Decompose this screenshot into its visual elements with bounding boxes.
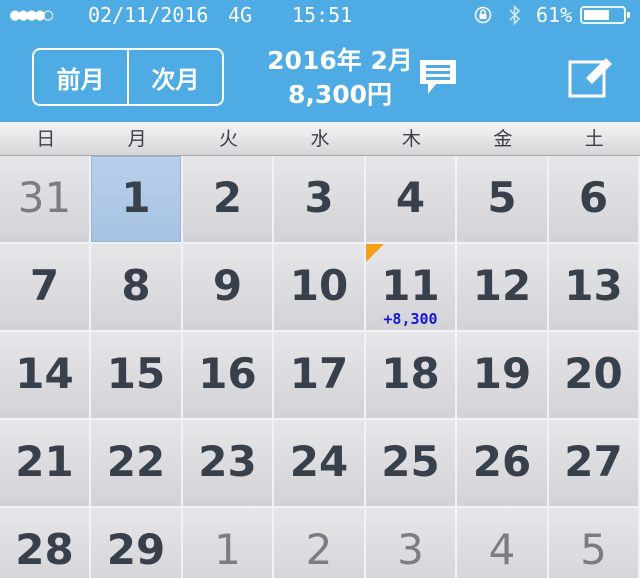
- day-cell[interactable]: 5: [457, 156, 549, 244]
- day-cell[interactable]: 2: [274, 508, 366, 578]
- day-cell[interactable]: 2: [183, 156, 274, 244]
- day-cell[interactable]: 20: [549, 332, 640, 420]
- weekday-header: 日月火水木金土: [0, 122, 640, 156]
- day-cell[interactable]: 31: [0, 156, 91, 244]
- weekday-label: 日: [36, 128, 56, 150]
- day-number: 24: [289, 437, 349, 486]
- day-number: 6: [578, 173, 609, 222]
- status-bar: ●●●●○ 02/11/2016 4G 15:51 61%: [0, 0, 640, 30]
- signal-dots-icon: ●●●●○: [10, 5, 53, 25]
- day-cell[interactable]: 28: [0, 508, 91, 578]
- day-cell[interactable]: 12: [457, 244, 549, 332]
- day-cell[interactable]: 1: [91, 156, 183, 244]
- edit-icon[interactable]: [566, 56, 614, 100]
- day-cell[interactable]: 24: [274, 420, 366, 508]
- day-cell[interactable]: 16: [183, 332, 274, 420]
- day-cell[interactable]: 7: [0, 244, 91, 332]
- day-cell[interactable]: 13: [549, 244, 640, 332]
- status-date: 02/11/2016: [88, 3, 209, 27]
- day-number: 19: [472, 349, 532, 398]
- day-number: 16: [198, 349, 257, 398]
- day-cell[interactable]: 18: [366, 332, 457, 420]
- day-cell[interactable]: 4: [366, 156, 457, 244]
- day-cell[interactable]: 26: [457, 420, 549, 508]
- day-cell[interactable]: 4: [457, 508, 549, 578]
- day-number: 1: [214, 525, 241, 574]
- day-cell[interactable]: 17: [274, 332, 366, 420]
- day-number: 11: [381, 261, 440, 310]
- day-cell[interactable]: 10: [274, 244, 366, 332]
- app-header: ●●●●○ 02/11/2016 4G 15:51 61% 前月 次月 2016…: [0, 0, 640, 122]
- day-number: 14: [15, 349, 74, 398]
- day-number: 3: [304, 173, 334, 222]
- day-cell[interactable]: 5: [549, 508, 640, 578]
- day-number: 1: [121, 173, 151, 222]
- memo-icon[interactable]: [416, 56, 460, 98]
- day-cell[interactable]: 3: [274, 156, 366, 244]
- month-navigation: 前月 次月: [32, 48, 224, 106]
- day-cell[interactable]: 8: [91, 244, 183, 332]
- day-cell[interactable]: 11 +8,300: [366, 244, 457, 332]
- day-number: 2: [305, 525, 333, 574]
- day-number: 22: [106, 437, 166, 486]
- bluetooth-icon: [509, 4, 521, 26]
- day-number: 12: [472, 261, 532, 310]
- day-cell[interactable]: 25: [366, 420, 457, 508]
- day-number: 5: [580, 525, 607, 574]
- calendar-app: ●●●●○ 02/11/2016 4G 15:51 61% 前月 次月 2016…: [0, 0, 640, 578]
- day-number: 29: [106, 525, 166, 574]
- battery-percentage: 61%: [536, 3, 573, 27]
- day-cell[interactable]: 29: [91, 508, 183, 578]
- day-cell[interactable]: 27: [549, 420, 640, 508]
- calendar-grid: 31 1 2 3 4 5 6 7 8 9 10 11 +8,300 12 13 14 15 16 17 18 19 20 2…: [0, 156, 640, 578]
- day-number: 2: [212, 173, 243, 222]
- day-number: 8: [121, 261, 151, 310]
- weekday-label: 水: [310, 128, 330, 150]
- month-title: 2016年 2月: [267, 46, 413, 75]
- day-amount: +8,300: [383, 310, 438, 328]
- day-number: 21: [15, 437, 74, 486]
- day-number: 31: [17, 173, 72, 222]
- day-number: 7: [29, 261, 60, 310]
- day-number: 4: [488, 525, 516, 574]
- day-cell[interactable]: 14: [0, 332, 91, 420]
- weekday-label: 木: [401, 128, 421, 150]
- day-number: 9: [212, 261, 243, 310]
- day-number: 17: [289, 349, 349, 398]
- next-month-button[interactable]: 次月: [127, 50, 222, 104]
- day-cell[interactable]: 9: [183, 244, 274, 332]
- day-number: 5: [487, 173, 517, 222]
- day-number: 13: [564, 261, 623, 310]
- day-number: 28: [15, 525, 74, 574]
- day-number: 25: [381, 437, 440, 486]
- prev-month-button[interactable]: 前月: [34, 50, 127, 104]
- weekday-label: 火: [219, 128, 239, 150]
- day-number: 10: [289, 261, 349, 310]
- day-cell[interactable]: 6: [549, 156, 640, 244]
- rotation-lock-icon: [474, 6, 492, 24]
- day-number: 3: [397, 525, 424, 574]
- day-number: 23: [198, 437, 257, 486]
- day-number: 26: [472, 437, 532, 486]
- day-cell[interactable]: 3: [366, 508, 457, 578]
- weekday-label: 金: [493, 128, 513, 150]
- day-number: 18: [381, 349, 440, 398]
- network-type: 4G: [228, 3, 253, 27]
- day-cell[interactable]: 23: [183, 420, 274, 508]
- month-total: 8,300円: [287, 80, 393, 109]
- day-cell[interactable]: 21: [0, 420, 91, 508]
- day-number: 20: [564, 349, 623, 398]
- battery-icon: [580, 6, 630, 24]
- day-cell[interactable]: 15: [91, 332, 183, 420]
- day-cell[interactable]: 19: [457, 332, 549, 420]
- day-number: 15: [106, 349, 166, 398]
- day-number: 4: [395, 173, 426, 222]
- weekday-label: 土: [584, 128, 604, 150]
- weekday-label: 月: [127, 128, 147, 150]
- status-time: 15:51: [292, 3, 353, 27]
- day-cell[interactable]: 22: [91, 420, 183, 508]
- day-number: 27: [564, 437, 623, 486]
- day-cell[interactable]: 1: [183, 508, 274, 578]
